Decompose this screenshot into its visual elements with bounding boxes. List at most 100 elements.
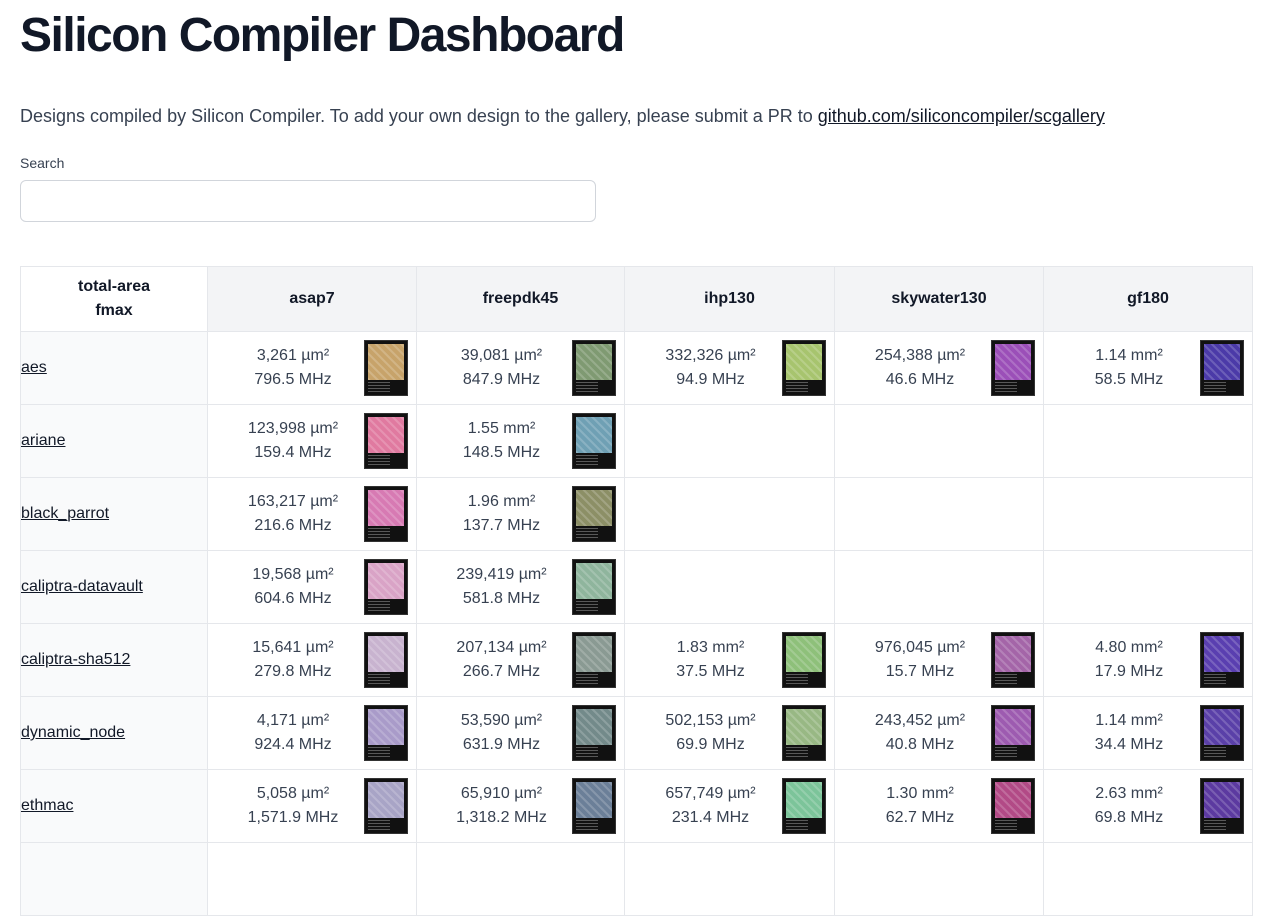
design-link[interactable]: black_parrot <box>21 505 109 522</box>
chip-layout-image <box>786 709 822 745</box>
gallery-repo-link[interactable]: github.com/siliconcompiler/scgallery <box>818 106 1105 126</box>
total-area-value: 1.96 mm² <box>467 493 536 510</box>
layout-thumbnail[interactable] <box>782 340 826 396</box>
total-area-value: 657,749 µm² <box>665 785 756 802</box>
total-area-value: 19,568 µm² <box>252 566 334 583</box>
layout-thumbnail[interactable] <box>572 778 616 834</box>
fmax-value: 148.5 MHz <box>462 444 541 461</box>
thumbnail-legend <box>368 820 390 830</box>
layout-thumbnail[interactable] <box>991 632 1035 688</box>
chip-layout-image <box>995 782 1031 818</box>
layout-thumbnail[interactable] <box>572 559 616 615</box>
thumbnail-legend <box>1204 747 1226 757</box>
layout-thumbnail[interactable] <box>991 778 1035 834</box>
metrics: 976,045 µm² 15.7 MHz <box>849 636 991 684</box>
fmax-value: 604.6 MHz <box>254 590 332 607</box>
fmax-value: 279.8 MHz <box>254 663 332 680</box>
layout-thumbnail[interactable] <box>572 486 616 542</box>
search-input[interactable] <box>20 180 596 222</box>
metrics: 207,134 µm² 266.7 MHz <box>431 636 572 684</box>
design-link[interactable]: ariane <box>21 432 65 449</box>
total-area-value: 2.63 mm² <box>1095 785 1163 802</box>
metrics: 332,326 µm² 94.9 MHz <box>639 344 782 392</box>
result-cell: 163,217 µm² 216.6 MHz <box>207 477 417 551</box>
layout-thumbnail[interactable] <box>1200 632 1244 688</box>
layout-thumbnail[interactable] <box>782 632 826 688</box>
thumbnail-legend <box>576 528 598 538</box>
layout-thumbnail[interactable] <box>364 486 408 542</box>
metric-header-area: total-area <box>77 278 151 295</box>
design-link[interactable]: caliptra-datavault <box>21 578 143 595</box>
design-link[interactable]: ethmac <box>21 797 73 814</box>
thumbnail-legend <box>786 674 808 684</box>
result-cell: 502,153 µm² 69.9 MHz <box>624 696 835 770</box>
layout-thumbnail[interactable] <box>364 559 408 615</box>
chip-layout-image <box>576 636 612 672</box>
metrics: 657,749 µm² 231.4 MHz <box>639 782 782 830</box>
layout-thumbnail[interactable] <box>1200 778 1244 834</box>
fmax-value: 1,318.2 MHz <box>456 809 547 826</box>
table-row: dynamic_node 4,171 µm² 924.4 MHz 53,590 µm²… <box>20 696 1253 770</box>
layout-thumbnail[interactable] <box>991 340 1035 396</box>
fmax-value: 69.9 MHz <box>676 736 745 753</box>
result-content: 239,419 µm² 581.8 MHz <box>417 551 624 623</box>
design-link[interactable]: aes <box>21 359 47 376</box>
thumbnail-legend <box>1204 820 1226 830</box>
total-area-value: 254,388 µm² <box>874 347 966 364</box>
metrics: 239,419 µm² 581.8 MHz <box>431 563 572 611</box>
layout-thumbnail[interactable] <box>991 705 1035 761</box>
design-link[interactable]: caliptra-sha512 <box>21 651 130 668</box>
fmax-value: 847.9 MHz <box>462 371 541 388</box>
layout-thumbnail[interactable] <box>364 340 408 396</box>
result-content: 657,749 µm² 231.4 MHz <box>625 770 834 842</box>
result-cell <box>624 842 835 916</box>
layout-thumbnail[interactable] <box>782 705 826 761</box>
layout-thumbnail[interactable] <box>364 413 408 469</box>
layout-thumbnail[interactable] <box>782 778 826 834</box>
result-cell: 2.63 mm² 69.8 MHz <box>1043 769 1253 843</box>
thumbnail-legend <box>995 382 1017 392</box>
result-content: 1.96 mm² 137.7 MHz <box>417 478 624 550</box>
layout-thumbnail[interactable] <box>572 340 616 396</box>
thumbnail-legend <box>995 820 1017 830</box>
layout-thumbnail[interactable] <box>1200 705 1244 761</box>
layout-thumbnail[interactable] <box>364 632 408 688</box>
chip-layout-image <box>1204 709 1240 745</box>
chip-layout-image <box>368 490 404 526</box>
page: Silicon Compiler Dashboard Designs compi… <box>0 0 1280 222</box>
thumbnail-legend <box>786 820 808 830</box>
result-cell: 1.14 mm² 34.4 MHz <box>1043 696 1253 770</box>
total-area-value: 3,261 µm² <box>256 347 330 364</box>
chip-layout-image <box>1204 344 1240 380</box>
layout-thumbnail[interactable] <box>364 778 408 834</box>
table-row: ethmac 5,058 µm² 1,571.9 MHz 65,910 µm² 1,31… <box>20 769 1253 843</box>
result-content: 1.55 mm² 148.5 MHz <box>417 405 624 477</box>
metrics: 4.80 mm² 17.9 MHz <box>1058 636 1200 684</box>
chip-layout-image <box>368 782 404 818</box>
chip-layout-image <box>786 344 822 380</box>
thumbnail-legend <box>576 382 598 392</box>
layout-thumbnail[interactable] <box>572 413 616 469</box>
total-area-value: 976,045 µm² <box>874 639 966 656</box>
total-area-value: 4.80 mm² <box>1095 639 1163 656</box>
metrics: 39,081 µm² 847.9 MHz <box>431 344 572 392</box>
total-area-value: 332,326 µm² <box>665 347 756 364</box>
total-area-value: 1.83 mm² <box>676 639 745 656</box>
fmax-value: 34.4 MHz <box>1094 736 1164 753</box>
layout-thumbnail[interactable] <box>572 632 616 688</box>
result-cell <box>834 842 1044 916</box>
total-area-value: 1.30 mm² <box>886 785 954 802</box>
layout-thumbnail[interactable] <box>1200 340 1244 396</box>
layout-thumbnail[interactable] <box>364 705 408 761</box>
result-content: 163,217 µm² 216.6 MHz <box>208 478 416 550</box>
fmax-value: 37.5 MHz <box>676 663 745 680</box>
result-content: 65,910 µm² 1,318.2 MHz <box>417 770 624 842</box>
result-cell: 332,326 µm² 94.9 MHz <box>624 331 835 405</box>
total-area-value: 239,419 µm² <box>456 566 547 583</box>
layout-thumbnail[interactable] <box>572 705 616 761</box>
thumbnail-legend <box>1204 382 1226 392</box>
design-name-cell: dynamic_node <box>20 696 208 770</box>
design-link[interactable]: dynamic_node <box>21 724 125 741</box>
page-title: Silicon Compiler Dashboard <box>20 9 625 62</box>
result-content: 1.14 mm² 34.4 MHz <box>1044 697 1252 769</box>
